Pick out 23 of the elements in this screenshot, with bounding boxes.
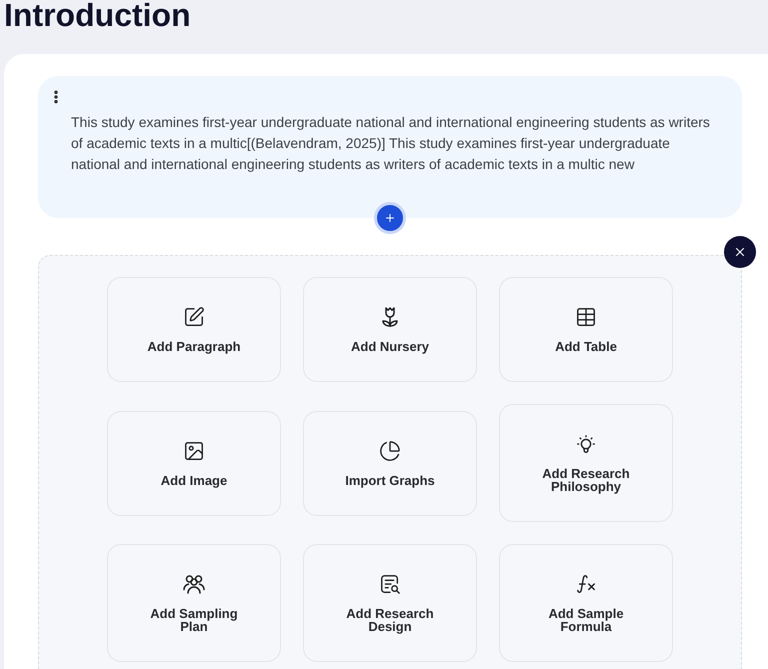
function-icon [575, 573, 597, 595]
block-option-card[interactable]: Add Sampling Plan [107, 544, 281, 662]
block-option-card[interactable]: Add Image [107, 410, 281, 516]
block-option-card[interactable]: Add Paragraph [107, 277, 281, 382]
table-icon [575, 306, 597, 328]
document-search-icon [379, 573, 401, 595]
pie-chart-icon [379, 440, 401, 462]
paragraph-text: This study examines first-year undergraduate national and international engineering students as writers of academic texts in a multic[(Belavendram, 2025)] This study examines first-year undergraduate national and international engineering students as writers of academic texts in a multic new [71, 113, 711, 174]
block-option-card[interactable]: Import Graphs [303, 410, 477, 516]
block-option-card[interactable]: Add Table [499, 277, 673, 382]
add-block-button[interactable] [374, 202, 406, 234]
image-icon [183, 440, 205, 462]
pencil-square-icon [183, 306, 205, 328]
page-title: Introduction [4, 0, 191, 33]
plus-icon [384, 212, 396, 224]
people-group-icon [183, 573, 205, 595]
lightbulb-icon [575, 433, 597, 455]
block-option-card[interactable]: Add Research Philosophy [499, 404, 673, 522]
block-option-card[interactable]: Add Research Design [303, 544, 477, 662]
close-button[interactable] [724, 236, 756, 268]
block-option-card[interactable]: Add Nursery [303, 277, 477, 382]
block-option-card[interactable]: Add Sample Formula [499, 544, 673, 662]
close-icon [733, 245, 747, 259]
